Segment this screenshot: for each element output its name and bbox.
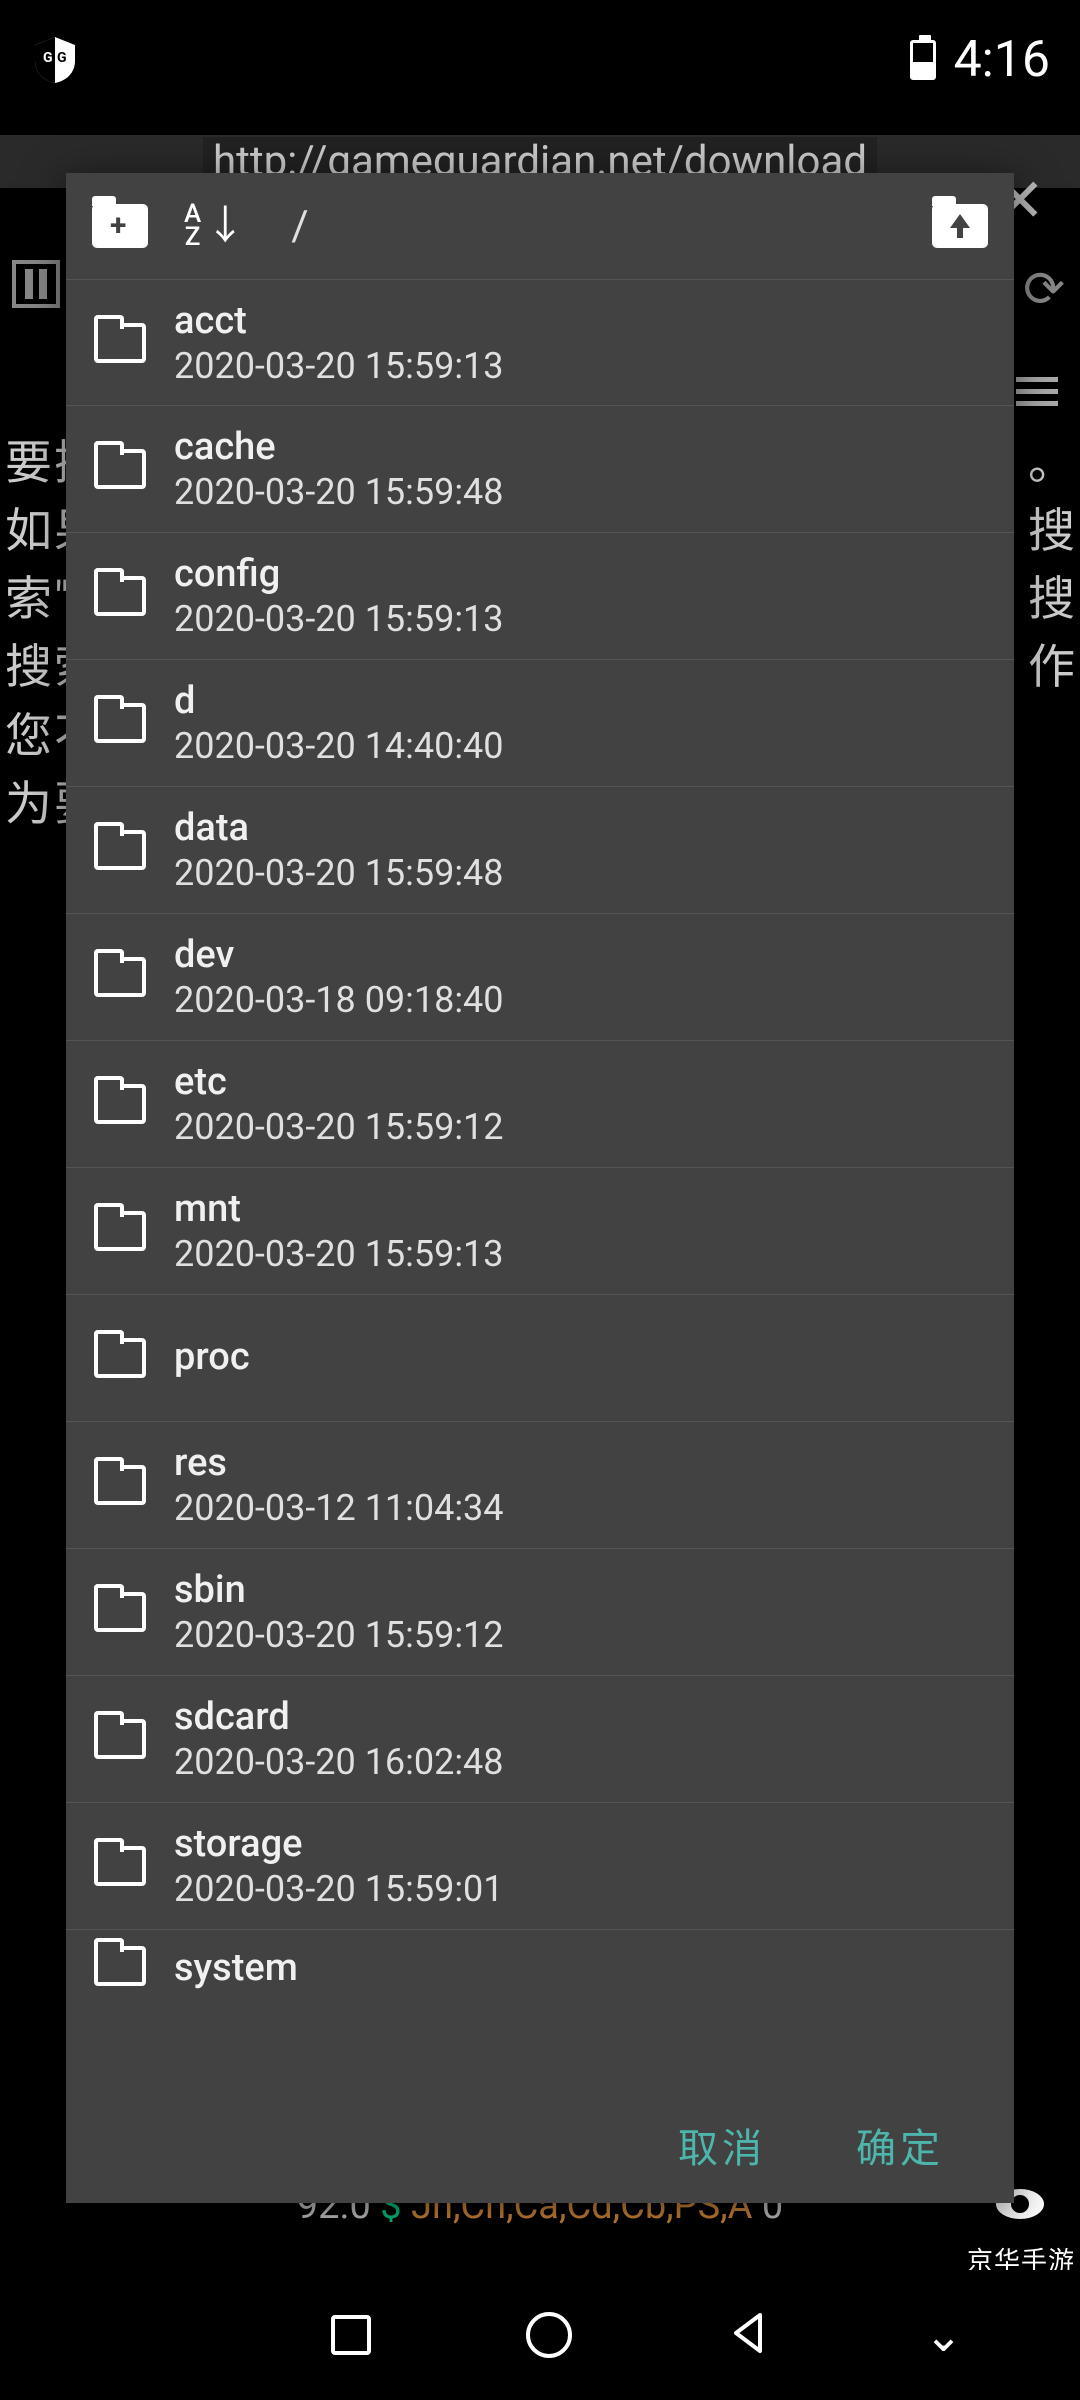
svg-text:G: G	[57, 50, 67, 66]
battery-icon	[910, 40, 936, 80]
item-date: 2020-03-20 15:59:13	[174, 1233, 504, 1275]
list-item[interactable]: config 2020-03-20 15:59:13	[66, 533, 1014, 660]
folder-icon	[94, 1846, 146, 1886]
item-name: acct	[174, 299, 504, 343]
item-date: 2020-03-20 15:59:13	[174, 598, 504, 640]
sort-button[interactable]: AZ ↓	[184, 203, 245, 250]
folder-icon	[94, 703, 146, 743]
item-date: 2020-03-20 15:59:01	[174, 1868, 504, 1910]
folder-icon	[94, 1592, 146, 1632]
list-item[interactable]: acct 2020-03-20 15:59:13	[66, 279, 1014, 406]
item-date: 2020-03-18 09:18:40	[174, 979, 504, 1021]
list-item[interactable]: cache 2020-03-20 15:59:48	[66, 406, 1014, 533]
folder-icon	[94, 1084, 146, 1124]
folder-icon	[94, 957, 146, 997]
item-date: 2020-03-20 15:59:12	[174, 1614, 504, 1656]
item-name: sbin	[174, 1568, 504, 1612]
folder-icon	[94, 1338, 146, 1378]
menu-icon[interactable]	[1016, 370, 1058, 413]
item-date: 2020-03-20 15:59:13	[174, 345, 504, 387]
item-date: 2020-03-20 15:59:12	[174, 1106, 504, 1148]
folder-icon	[94, 1719, 146, 1759]
item-name: system	[174, 1946, 298, 1990]
nav-ime-switch-button[interactable]: ⌄	[924, 2308, 963, 2363]
list-item[interactable]: mnt 2020-03-20 15:59:13	[66, 1168, 1014, 1295]
folder-icon	[94, 1465, 146, 1505]
list-item[interactable]: storage 2020-03-20 15:59:01	[66, 1803, 1014, 1930]
item-name: res	[174, 1441, 504, 1485]
folder-icon	[94, 830, 146, 870]
list-item[interactable]: sbin 2020-03-20 15:59:12	[66, 1549, 1014, 1676]
folder-list[interactable]: acct 2020-03-20 15:59:13 cache 2020-03-2…	[66, 279, 1014, 2087]
file-browser-dialog: AZ ↓ / acct 2020-03-20 15:59:13 cache 20…	[66, 173, 1014, 2203]
nav-recent-button[interactable]	[331, 2315, 371, 2355]
bg-help-text-right: 。 搜 搜 作	[1028, 430, 1075, 703]
cancel-button[interactable]: 取消	[678, 2116, 766, 2174]
list-item[interactable]: dev 2020-03-18 09:18:40	[66, 914, 1014, 1041]
list-item[interactable]: etc 2020-03-20 15:59:12	[66, 1041, 1014, 1168]
dialog-header: AZ ↓ /	[66, 173, 1014, 279]
item-name: d	[174, 679, 504, 723]
status-bar: G G 4:16	[0, 0, 1080, 120]
item-date: 2020-03-20 16:02:48	[174, 1741, 504, 1783]
nav-back-button[interactable]	[726, 2311, 770, 2359]
gameguardian-icon: G G	[30, 35, 80, 85]
item-name: cache	[174, 425, 504, 469]
current-path: /	[291, 202, 308, 251]
dialog-footer: 取消 确定	[66, 2087, 1014, 2203]
svg-text:G: G	[43, 50, 53, 66]
item-name: storage	[174, 1822, 504, 1866]
item-name: proc	[174, 1335, 250, 1379]
refresh-icon[interactable]: ⟳	[1023, 260, 1065, 319]
ok-button[interactable]: 确定	[856, 2116, 944, 2174]
list-item[interactable]: sdcard 2020-03-20 16:02:48	[66, 1676, 1014, 1803]
item-date: 2020-03-20 15:59:48	[174, 852, 504, 894]
list-item[interactable]: proc	[66, 1295, 1014, 1422]
folder-icon	[94, 449, 146, 489]
item-name: config	[174, 552, 504, 596]
new-folder-button[interactable]	[92, 204, 148, 248]
folder-icon	[94, 1946, 146, 1986]
item-name: sdcard	[174, 1695, 504, 1739]
folder-icon	[94, 1211, 146, 1251]
item-name: data	[174, 806, 504, 850]
clock: 4:16	[954, 31, 1050, 89]
item-name: etc	[174, 1060, 504, 1104]
item-date: 2020-03-12 11:04:34	[174, 1487, 504, 1529]
list-item[interactable]: system	[66, 1930, 1014, 2000]
navigation-bar: ⌄	[0, 2270, 1080, 2400]
list-item[interactable]: d 2020-03-20 14:40:40	[66, 660, 1014, 787]
item-name: mnt	[174, 1187, 504, 1231]
nav-home-button[interactable]	[526, 2312, 572, 2358]
item-date: 2020-03-20 14:40:40	[174, 725, 504, 767]
pause-icon[interactable]	[12, 260, 60, 308]
folder-icon	[94, 323, 146, 363]
parent-folder-button[interactable]	[932, 204, 988, 248]
list-item[interactable]: res 2020-03-12 11:04:34	[66, 1422, 1014, 1549]
item-name: dev	[174, 933, 504, 977]
folder-icon	[94, 576, 146, 616]
item-date: 2020-03-20 15:59:48	[174, 471, 504, 513]
list-item[interactable]: data 2020-03-20 15:59:48	[66, 787, 1014, 914]
